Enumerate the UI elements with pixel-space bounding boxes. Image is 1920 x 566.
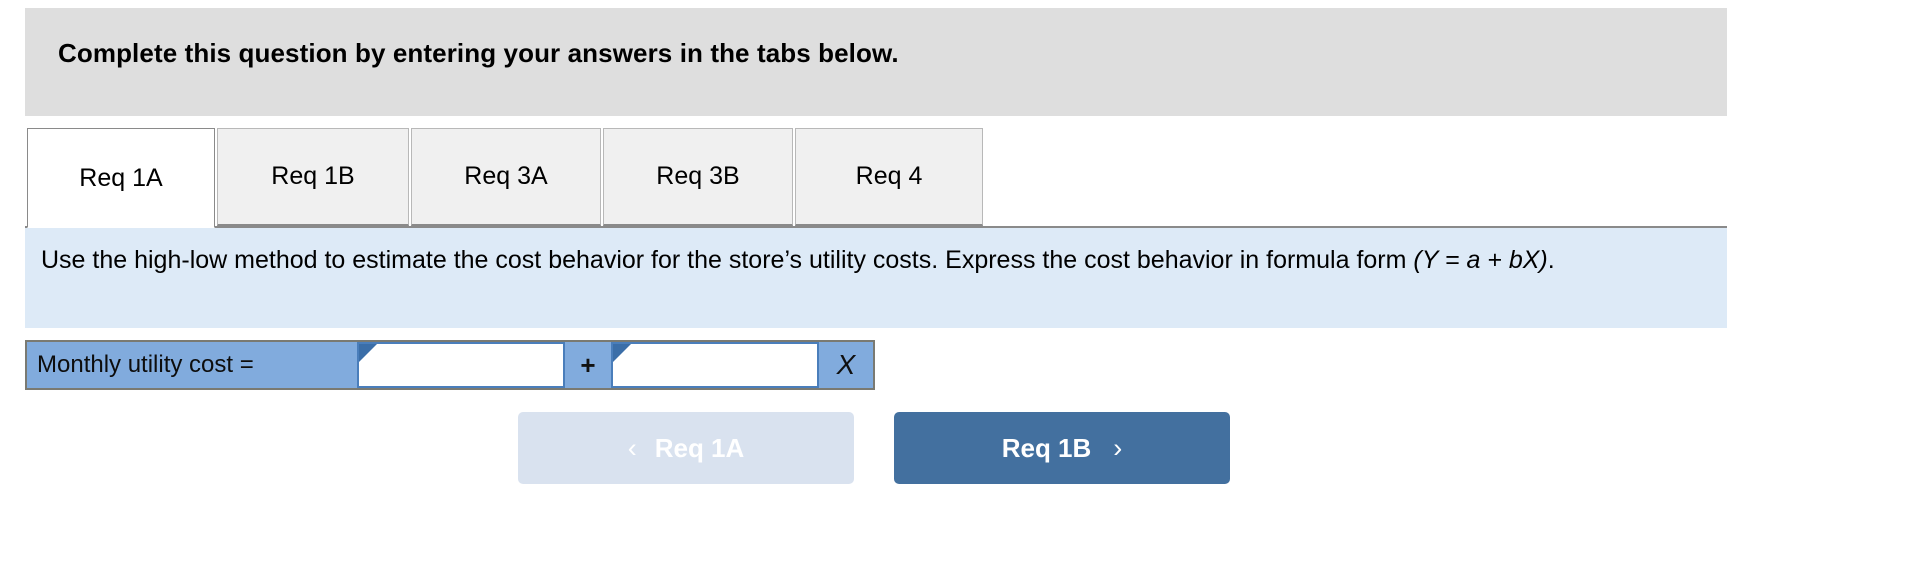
requirement-tabs: Req 1A Req 1B Req 3A Req 3B Req 4 xyxy=(27,128,985,228)
question-text: Use the high-low method to estimate the … xyxy=(41,244,1707,276)
next-req-button[interactable]: Req 1B › xyxy=(894,412,1230,484)
question-panel: Use the high-low method to estimate the … xyxy=(25,226,1727,328)
tab-req-4[interactable]: Req 4 xyxy=(795,128,983,226)
tab-req-3a[interactable]: Req 3A xyxy=(411,128,601,226)
tab-req-1a[interactable]: Req 1A xyxy=(27,128,215,228)
intercept-input[interactable] xyxy=(359,344,563,386)
variable-x-label: X xyxy=(819,342,873,388)
tab-label: Req 1A xyxy=(79,163,163,192)
tab-req-3b[interactable]: Req 3B xyxy=(603,128,793,226)
question-page: Complete this question by entering your … xyxy=(0,0,1920,566)
slope-input-cell xyxy=(611,342,819,388)
question-line-1: Use the high-low method to estimate the … xyxy=(41,246,1407,274)
tab-label: Req 4 xyxy=(855,162,923,190)
tab-label: Req 1B xyxy=(271,162,355,190)
chevron-right-icon: › xyxy=(1113,432,1123,463)
instruction-text: Complete this question by entering your … xyxy=(58,38,899,68)
prev-req-button[interactable]: ‹ Req 1A xyxy=(518,412,854,484)
intercept-input-cell xyxy=(357,342,565,388)
instruction-banner: Complete this question by entering your … xyxy=(25,8,1727,116)
tab-label: Req 3A xyxy=(464,162,548,190)
tab-req-1b[interactable]: Req 1B xyxy=(217,128,409,226)
navigation-buttons: ‹ Req 1A Req 1B › xyxy=(518,412,1230,484)
plus-operator: + xyxy=(565,342,611,388)
tab-label: Req 3B xyxy=(656,162,740,190)
answer-row: Monthly utility cost = + X xyxy=(25,340,875,390)
answer-row-label: Monthly utility cost = xyxy=(27,342,357,388)
next-req-label: Req 1B xyxy=(1001,432,1092,463)
question-formula: (Y = a + bX) xyxy=(1413,246,1548,274)
prev-req-label: Req 1A xyxy=(654,432,745,463)
question-period: . xyxy=(1547,246,1555,274)
chevron-left-icon: ‹ xyxy=(627,432,637,463)
slope-input[interactable] xyxy=(613,344,817,386)
